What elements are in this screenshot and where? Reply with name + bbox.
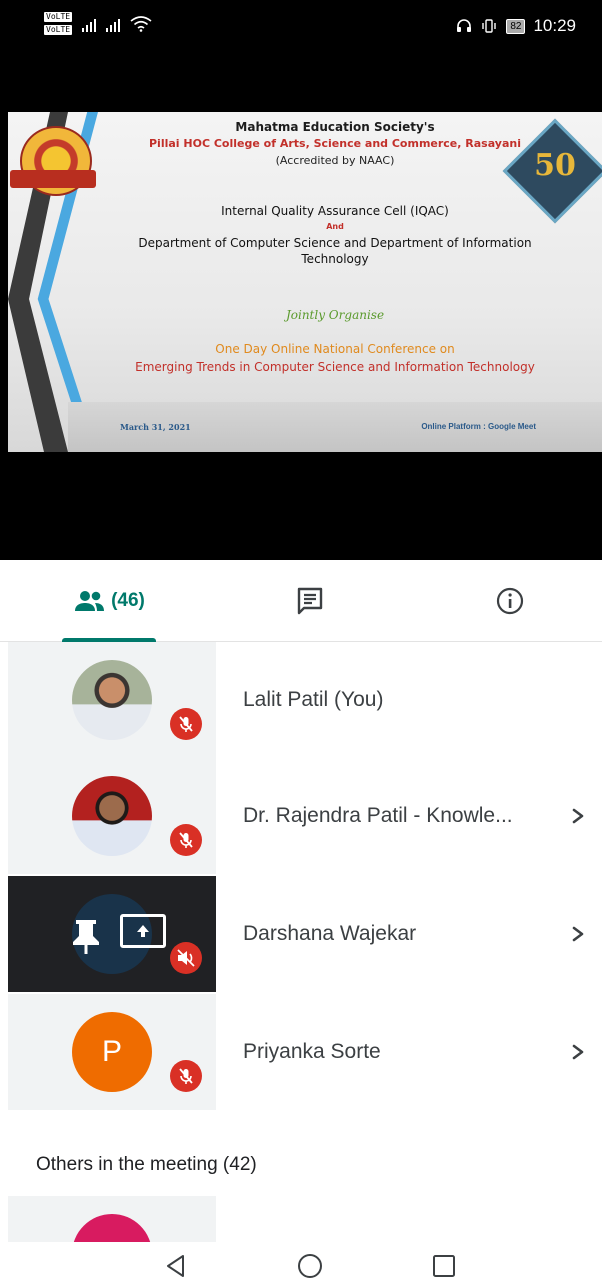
home-button[interactable] — [294, 1250, 326, 1282]
status-left: VoLTE VoLTE — [44, 12, 152, 35]
slide-theme: Emerging Trends in Computer Science and … — [135, 360, 535, 374]
vibrate-icon — [482, 19, 497, 33]
meeting-tabs: (46) — [0, 560, 602, 642]
signal-icon-2 — [106, 16, 121, 32]
volume-off-icon — [170, 942, 202, 974]
mic-off-icon — [170, 1060, 202, 1092]
clock: 10:29 — [533, 16, 576, 35]
volte-badge-2: VoLTE — [44, 25, 73, 35]
participant-name: Dr. Rajendra Patil - Knowle... — [243, 804, 513, 827]
slide-platform: Online Platform : Google Meet — [421, 422, 536, 431]
system-nav-bar — [0, 1242, 602, 1288]
tab-chat[interactable] — [270, 560, 350, 642]
volte-badges: VoLTE VoLTE — [44, 12, 73, 35]
chevron-right-icon[interactable] — [566, 1038, 590, 1066]
others-heading: Others in the meeting (42) — [36, 1154, 257, 1175]
slide-and: And — [326, 222, 344, 231]
participant-row[interactable]: P Priyanka Sorte — [8, 994, 602, 1110]
mic-off-icon — [170, 824, 202, 856]
slide-college: Pillai HOC College of Arts, Science and … — [149, 137, 521, 150]
tab-people[interactable]: (46) — [62, 560, 156, 642]
chat-icon — [297, 587, 323, 615]
mic-off-icon — [170, 708, 202, 740]
chevron-right-icon[interactable] — [566, 920, 590, 948]
recents-icon — [433, 1255, 455, 1277]
avatar — [72, 776, 152, 856]
signal-icon — [82, 16, 97, 32]
presenting-icon — [120, 914, 166, 948]
info-icon — [496, 587, 524, 615]
college-logo-banner — [10, 170, 96, 188]
wifi-icon — [130, 15, 152, 32]
participant-row[interactable]: Darshana Wajekar — [8, 876, 602, 992]
people-count: (46) — [111, 590, 145, 611]
slide-date: March 31, 2021 — [120, 422, 191, 432]
participant-row[interactable]: Lalit Patil (You) — [8, 642, 602, 758]
slide-department: Department of Computer Science and Depar… — [138, 236, 532, 266]
participant-tile[interactable] — [8, 1196, 216, 1242]
recents-button[interactable] — [428, 1250, 460, 1282]
participant-name: Lalit Patil (You) — [243, 688, 384, 711]
avatar — [72, 660, 152, 740]
shared-slide: 50 Mahatma Education Society's Pillai HO… — [8, 112, 602, 452]
people-icon — [75, 591, 105, 611]
slide-accreditation: (Accredited by NAAC) — [275, 154, 395, 167]
tab-info[interactable] — [470, 560, 550, 642]
slide-jointly: Jointly Organise — [285, 308, 385, 322]
home-icon — [298, 1254, 322, 1278]
back-icon — [167, 1255, 184, 1277]
battery-icon: 82 — [506, 18, 526, 34]
slide-conference: One Day Online National Conference on — [215, 342, 455, 356]
headset-icon — [457, 19, 472, 32]
slide-society: Mahatma Education Society's — [235, 120, 435, 134]
status-bar: VoLTE VoLTE 82 10:29 — [0, 0, 602, 56]
participant-name: Darshana Wajekar — [243, 922, 417, 945]
pin-icon[interactable] — [66, 916, 106, 956]
volte-badge-1: VoLTE — [44, 12, 73, 22]
back-button[interactable] — [160, 1250, 192, 1282]
presentation-stage[interactable]: 50 Mahatma Education Society's Pillai HO… — [0, 56, 602, 560]
participant-name: Priyanka Sorte — [243, 1040, 381, 1063]
avatar — [72, 1214, 152, 1242]
status-right: 82 10:29 — [456, 16, 576, 36]
avatar: P — [72, 1012, 152, 1092]
slide-iqac: Internal Quality Assurance Cell (IQAC) — [221, 204, 449, 218]
participant-row[interactable]: Dr. Rajendra Patil - Knowle... — [8, 758, 602, 874]
chevron-right-icon[interactable] — [566, 802, 590, 830]
